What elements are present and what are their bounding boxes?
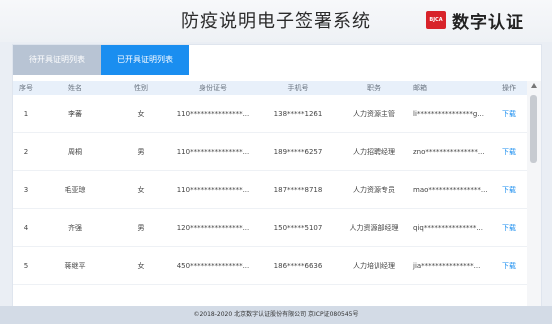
row-sex: 男 [137,223,145,232]
certificate-table: 序号 姓名 性别 身份证号 手机号 职务 邮箱 操作 1 李蕃 女 110***… [13,81,527,313]
table-row: 4 齐强 男 120***************... 150*****510… [13,209,527,247]
row-name: 齐强 [68,223,82,232]
tab-bar: 待开具证明列表 已开具证明列表 [13,45,189,75]
table-row: 3 毛亚琼 女 110***************... 187*****87… [13,171,527,209]
tab-pending-certificates[interactable]: 待开具证明列表 [13,45,101,75]
download-link[interactable]: 下载 [491,247,527,284]
row-email: qiq***************... [413,223,484,232]
row-phone: 186*****6636 [273,261,323,270]
row-id-number: 450***************... [176,261,250,270]
column-header: 序号 [19,84,33,92]
certificate-panel: 待开具证明列表 已开具证明列表 序号 姓名 性别 身份证号 手机号 职务 邮箱 … [12,44,542,314]
download-link[interactable]: 下载 [491,133,527,170]
column-header: 邮箱 [413,84,427,92]
brand-name: 数字认证 [452,12,524,33]
row-name: 蒋继平 [64,261,86,270]
scroll-thumb[interactable] [530,95,537,163]
row-phone: 150*****5107 [273,223,323,232]
column-header: 操作 [502,84,516,92]
row-phone: 187*****8718 [273,185,323,194]
row-id-number: 110***************... [176,185,250,194]
row-index: 4 [23,223,29,232]
table-row: 5 蒋继平 女 450***************... 186*****66… [13,247,527,285]
app-header: 防疫说明电子签署系统 BJCA 数字认证 [0,0,552,42]
row-id-number: 120***************... [176,223,250,232]
row-sex: 男 [137,147,145,156]
row-job: 人力资源部经理 [349,223,399,232]
row-name: 毛亚琼 [64,185,86,194]
row-index: 2 [23,147,29,156]
column-header: 姓名 [68,84,82,92]
brand-logo: BJCA 数字认证 [426,9,524,33]
page-footer: ©2018-2020 北京数字认证股份有限公司 京ICP证080545号 [0,306,552,324]
row-index: 5 [23,261,29,270]
row-job: 人力资源专员 [353,185,395,194]
row-phone: 138*****1261 [273,109,323,118]
row-sex: 女 [137,109,145,118]
scroll-up-arrow-icon[interactable] [531,83,537,88]
table-scrollbar[interactable] [527,81,541,313]
download-link[interactable]: 下载 [491,171,527,208]
row-phone: 189*****6257 [273,147,323,156]
download-link[interactable]: 下载 [491,209,527,246]
row-id-number: 110***************... [176,109,250,118]
download-link[interactable]: 下载 [491,95,527,132]
column-header: 手机号 [287,84,309,92]
bjca-logo-icon: BJCA [426,11,446,29]
row-job: 人力资源主管 [353,109,395,118]
row-email: jia***************... [413,261,481,270]
table-row: 2 周桐 男 110***************... 189*****625… [13,133,527,171]
row-id-number: 110***************... [176,147,250,156]
column-header: 职务 [367,84,381,92]
row-job: 人力招聘经理 [353,147,395,156]
column-header: 性别 [134,84,148,92]
row-email: mao***************... [413,185,488,194]
column-header: 身份证号 [199,84,227,92]
row-job: 人力培训经理 [353,261,395,270]
row-email: zno***************... [413,147,485,156]
row-name: 李蕃 [68,109,82,118]
table-row: 1 李蕃 女 110***************... 138*****126… [13,95,527,133]
row-email: li****************g... [413,109,485,118]
row-index: 3 [23,185,29,194]
tab-issued-certificates[interactable]: 已开具证明列表 [101,45,189,75]
row-index: 1 [23,109,29,118]
row-sex: 女 [137,261,145,270]
row-sex: 女 [137,185,145,194]
row-name: 周桐 [68,147,82,156]
table-header: 序号 姓名 性别 身份证号 手机号 职务 邮箱 操作 [13,81,527,95]
